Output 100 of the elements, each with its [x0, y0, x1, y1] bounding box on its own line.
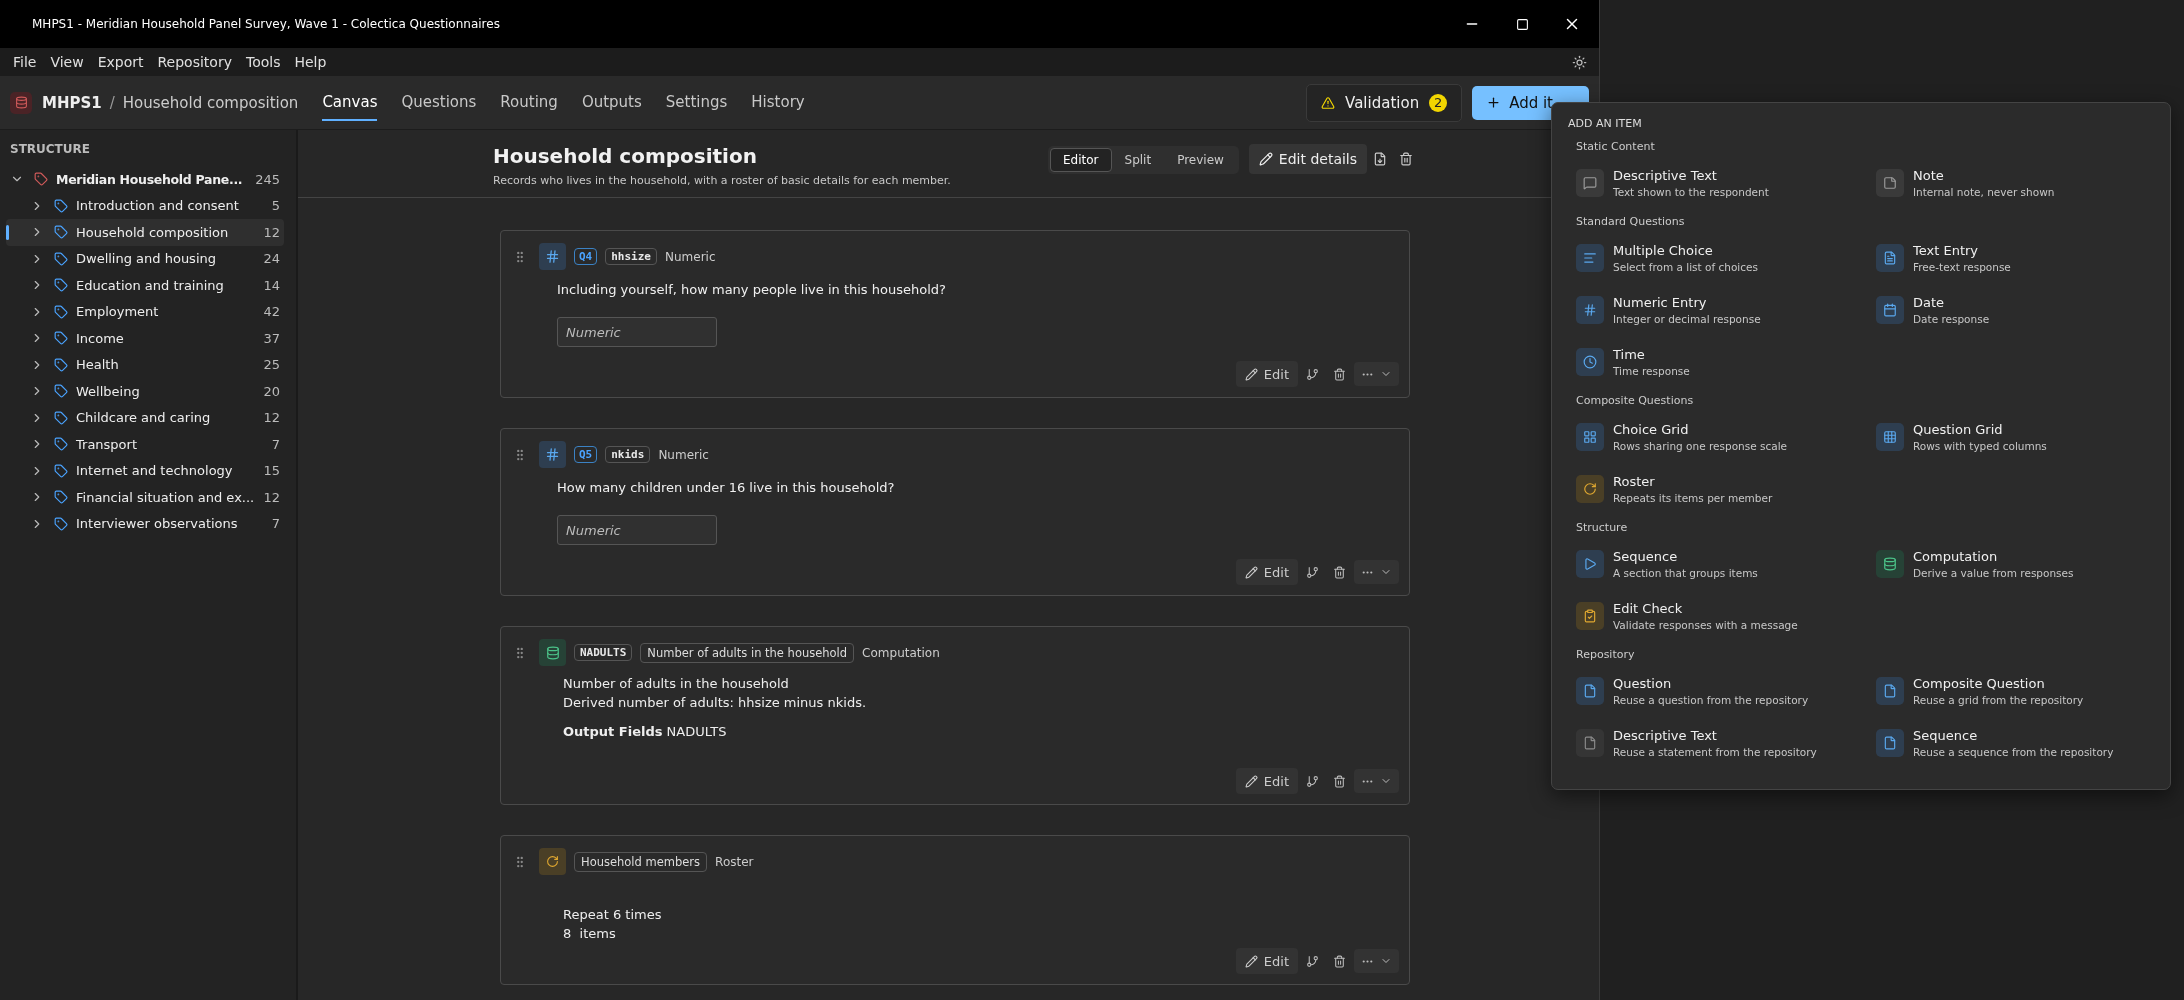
menu-option[interactable]: Time Time response: [1568, 340, 1868, 384]
tree-item[interactable]: Financial situation and ex... 12: [6, 484, 284, 511]
edit-button[interactable]: Edit: [1235, 361, 1298, 387]
question-text: Including yourself, how many people live in this household?: [557, 282, 947, 297]
option-title: Date: [1913, 295, 1946, 310]
edit-details-button[interactable]: Edit details: [1248, 144, 1368, 174]
menu-item[interactable]: Repository: [150, 54, 239, 70]
pencil-icon: [1258, 152, 1273, 166]
calendar-icon: [1876, 296, 1904, 324]
item-count: 7: [271, 516, 280, 532]
tree-item[interactable]: Employment 42: [6, 298, 284, 325]
refresh-icon: [1576, 475, 1604, 503]
grid-icon: [1576, 423, 1604, 451]
variable-name: hhsize: [605, 248, 657, 265]
item-count: 12: [263, 489, 280, 505]
option-title: Roster: [1613, 474, 1656, 489]
option-description: Repeats its items per member: [1613, 492, 1773, 504]
option-title: Time: [1613, 347, 1646, 362]
menu-option[interactable]: Computation Derive a value from responses: [1868, 542, 2168, 586]
tree-item[interactable]: Internet and technology 15: [6, 457, 284, 484]
item-type: Numeric: [658, 447, 709, 462]
menu-item[interactable]: View: [43, 54, 91, 70]
numeric-field[interactable]: Numeric: [557, 317, 717, 347]
tree-item[interactable]: Introduction and consent 5: [6, 192, 284, 219]
section-heading: Static Content: [1576, 140, 1656, 153]
menu-option[interactable]: Note Internal note, never shown: [1868, 161, 2168, 205]
option-description: Rows with typed columns: [1913, 440, 2047, 452]
variable-name: nkids: [605, 446, 651, 463]
menu-option[interactable]: Choice Grid Rows sharing one response scale: [1568, 415, 1868, 459]
nav-tab[interactable]: Outputs: [581, 84, 642, 121]
item-count: 14: [263, 277, 280, 293]
menu-item[interactable]: File: [6, 54, 44, 70]
menu-title: ADD AN ITEM: [1568, 117, 1643, 130]
tree-item[interactable]: Childcare and caring 12: [6, 404, 284, 431]
tree-item[interactable]: Health 25: [6, 351, 284, 378]
menu-option[interactable]: Multiple Choice Select from a list of choices: [1568, 236, 1868, 280]
edit-button[interactable]: Edit: [1235, 768, 1298, 794]
numeric-field[interactable]: Numeric: [557, 515, 717, 545]
option-description: Select from a list of choices: [1613, 261, 1758, 273]
item-count: 12: [263, 224, 280, 240]
roster-info: 8 items: [563, 925, 617, 943]
menu-option[interactable]: Sequence A section that groups items: [1568, 542, 1868, 586]
plus-icon: [1486, 95, 1502, 110]
tag-icon: [34, 172, 48, 187]
tree-item[interactable]: Wellbeing 20: [6, 378, 284, 405]
tree-item[interactable]: Interviewer observations 7: [6, 510, 284, 537]
tree-item[interactable]: Meridian Household Pane... 245: [6, 166, 284, 193]
table-grid-icon: [1876, 423, 1904, 451]
item-count: 24: [263, 251, 280, 267]
database-icon: [1876, 550, 1904, 578]
view-mode-tab[interactable]: Preview: [1164, 148, 1237, 172]
project-name[interactable]: MHPS1: [42, 93, 102, 112]
menu-option[interactable]: Edit Check Validate responses with a message: [1568, 594, 1868, 638]
item-count: 7: [271, 436, 280, 452]
view-mode-tab[interactable]: Editor: [1050, 148, 1112, 172]
document-icon: [1576, 729, 1604, 757]
breadcrumb-current: Household composition: [122, 93, 299, 112]
nav-tab[interactable]: Settings: [665, 84, 728, 121]
tree-item[interactable]: Transport 7: [6, 431, 284, 458]
tree-item[interactable]: Education and training 14: [6, 272, 284, 299]
option-description: Reuse a grid from the repository: [1913, 694, 2084, 706]
tag-icon: [54, 410, 68, 425]
nav-tab[interactable]: Canvas: [322, 84, 378, 121]
menu-option[interactable]: Question Reuse a question from the repository: [1568, 669, 1868, 713]
tree-item[interactable]: Household composition 12: [6, 219, 284, 246]
item-type: Roster: [715, 854, 754, 869]
speech-bubble-icon: [1576, 169, 1604, 197]
pencil-icon: [1244, 774, 1258, 788]
tree-item[interactable]: Income 37: [6, 325, 284, 352]
menu-item[interactable]: Export: [90, 54, 151, 70]
validation-button[interactable]: Validation 2: [1306, 83, 1463, 122]
tag-icon: [54, 304, 68, 319]
menu-option[interactable]: Text Entry Free-text response: [1868, 236, 2168, 280]
nav-tab[interactable]: History: [751, 84, 805, 121]
menu-option[interactable]: Descriptive Text Reuse a statement from the repository: [1568, 721, 1868, 765]
hash-icon: [1576, 296, 1604, 324]
menu-item[interactable]: Help: [287, 54, 334, 70]
view-mode-tab[interactable]: Split: [1111, 148, 1165, 172]
menu-item[interactable]: Tools: [238, 54, 288, 70]
roster-info: Repeat 6 times: [563, 906, 663, 924]
menu-option[interactable]: Date Date response: [1868, 288, 2168, 332]
edit-button[interactable]: Edit: [1235, 559, 1298, 585]
option-description: Time response: [1613, 365, 1690, 377]
menu-option[interactable]: Roster Repeats its items per member: [1568, 467, 1868, 511]
breadcrumb-separator: /: [109, 93, 115, 112]
menu-option[interactable]: Composite Question Reuse a grid from the repository: [1868, 669, 2168, 713]
project-icon: [10, 91, 32, 114]
menu-option[interactable]: Sequence Reuse a sequence from the repository: [1868, 721, 2168, 765]
hash-icon: [539, 243, 566, 270]
variable-name: NADULTS: [574, 644, 633, 661]
nav-tab[interactable]: Questions: [401, 84, 477, 121]
section-heading: Composite Questions: [1576, 394, 1695, 407]
menu-option[interactable]: Descriptive Text Text shown to the respondent: [1568, 161, 1868, 205]
edit-button[interactable]: Edit: [1235, 948, 1298, 974]
warning-icon: [1321, 95, 1336, 110]
menu-option[interactable]: Numeric Entry Integer or decimal response: [1568, 288, 1868, 332]
tree-item[interactable]: Dwelling and housing 24: [6, 245, 284, 272]
option-description: Internal note, never shown: [1913, 186, 2055, 198]
nav-tab[interactable]: Routing: [500, 84, 558, 121]
menu-option[interactable]: Question Grid Rows with typed columns: [1868, 415, 2168, 459]
